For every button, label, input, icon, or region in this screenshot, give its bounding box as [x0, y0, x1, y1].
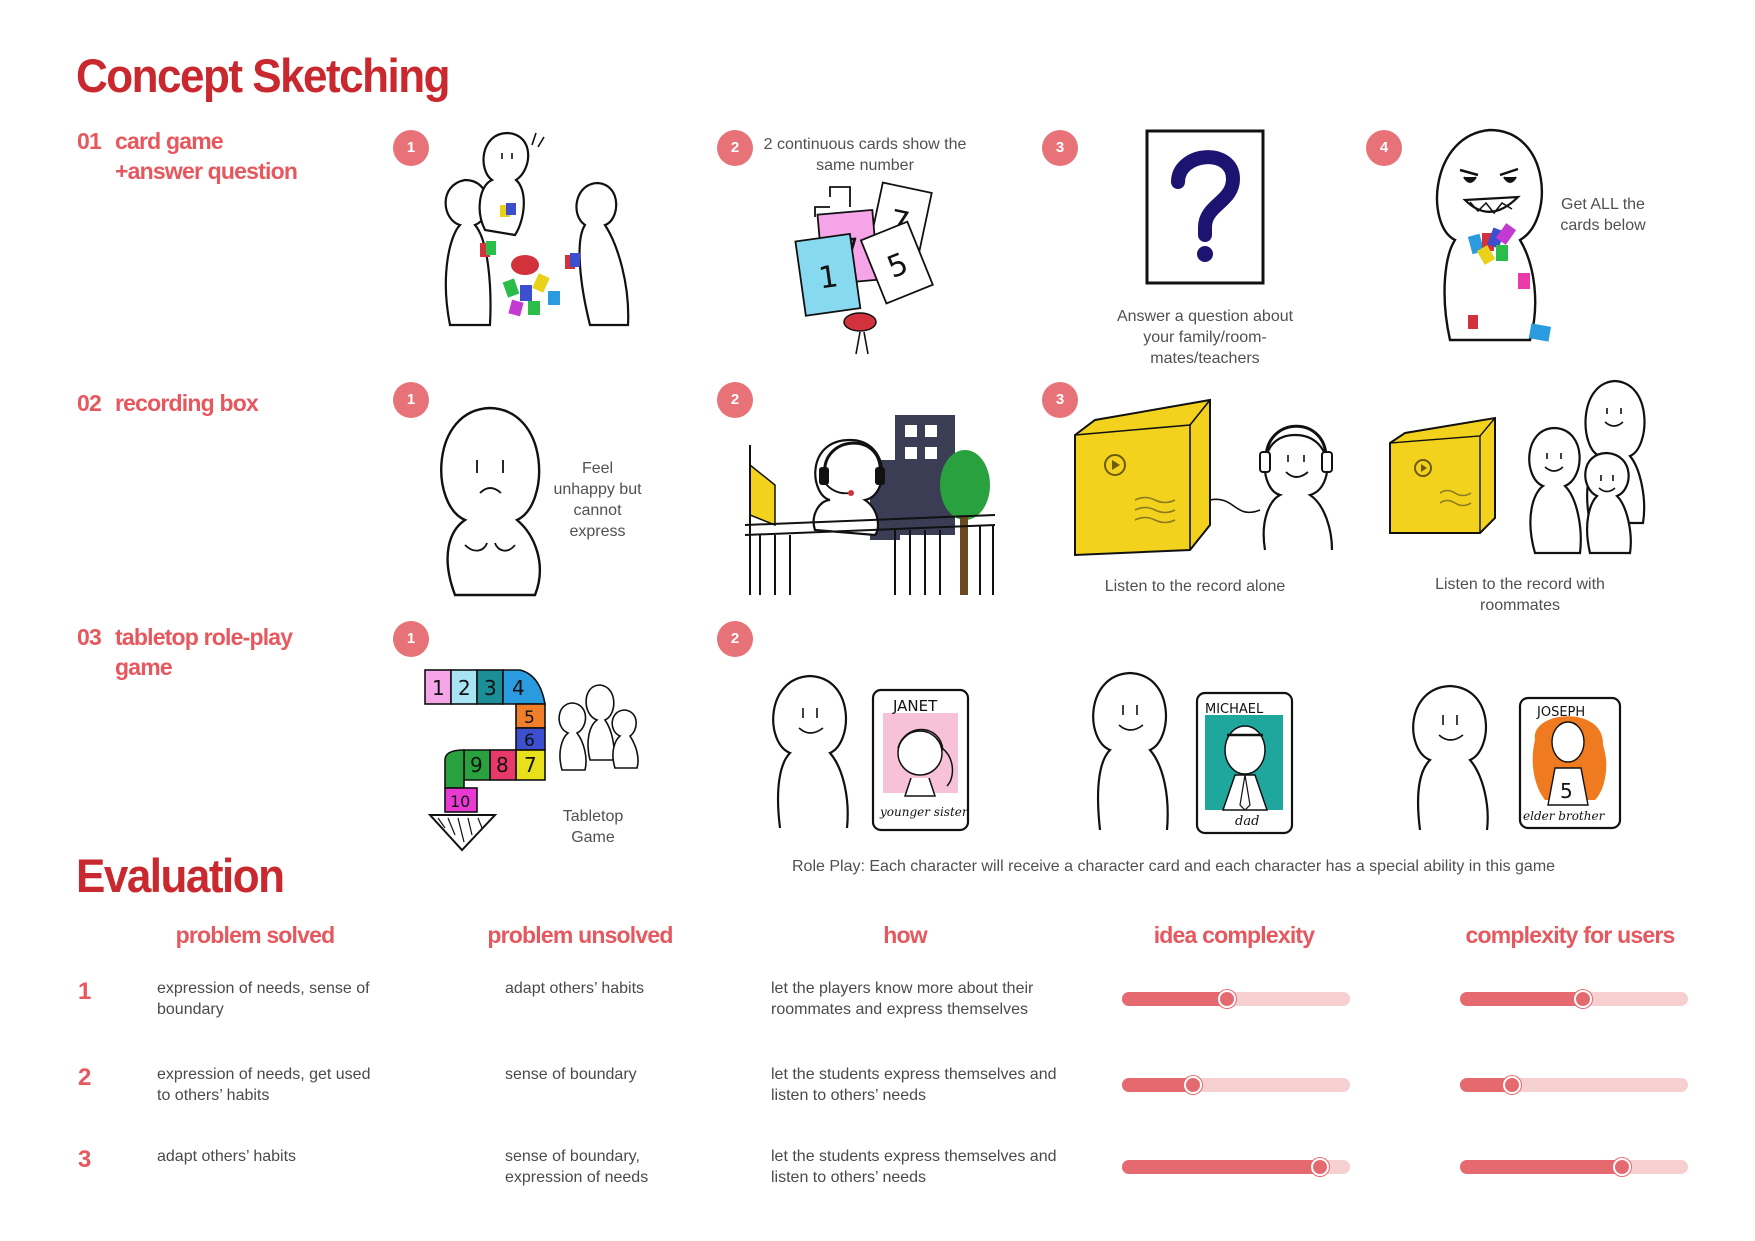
section-label-roleplay: 03 tabletop role-play game: [77, 622, 293, 682]
board-number: 5: [524, 708, 535, 728]
caption-get-all-cards: Get ALL the cards below: [1560, 196, 1646, 234]
section-number: 02: [77, 390, 102, 416]
caption-continuous-cards: 2 continuous cards show the same number: [763, 136, 967, 174]
problem-solved-cell: adapt others’ habits: [157, 1148, 297, 1165]
board-number: 4: [512, 676, 525, 700]
jersey-number: 5: [1560, 779, 1573, 803]
header-complexity-for-users: complexity for users: [1465, 922, 1676, 948]
continuous-cards-sketch: 7 7 5 1: [794, 181, 934, 355]
section-title-line2: game: [115, 654, 173, 680]
user-complexity-slider: [1460, 1076, 1688, 1094]
section-label-card-game: 01 card game +answer question: [77, 126, 298, 186]
step-badge: 1: [393, 621, 429, 657]
caption-feel-unhappy: Feel unhappy but cannot express: [553, 460, 642, 540]
board-number: 2: [458, 676, 471, 700]
recording-box-alone-sketch: [1074, 398, 1334, 557]
step-badge: 2: [717, 621, 753, 657]
problem-unsolved-cell: sense of boundary, expression of needs: [505, 1148, 649, 1186]
caption-listen-alone: Listen to the record alone: [1104, 578, 1286, 595]
section-title-line2: +answer question: [115, 158, 298, 184]
character-card-role: elder brother: [1523, 809, 1606, 823]
section-title: tabletop role-play: [115, 624, 293, 650]
section-number: 03: [77, 624, 102, 650]
evaluation-row-number: 2: [78, 1064, 92, 1091]
section-label-recording-box: 02 recording box: [77, 388, 259, 418]
step-badge: 4: [1366, 130, 1402, 166]
section-title: recording box: [115, 390, 259, 416]
idea-complexity-slider: [1122, 1076, 1350, 1094]
recording-at-balcony-sketch: [744, 415, 996, 595]
character-card-name: JOSEPH: [1536, 705, 1585, 720]
recording-box-roommates-sketch: [1389, 379, 1646, 555]
slider-knob: [1217, 990, 1236, 1008]
how-cell: let the students express themselves and …: [771, 1066, 1057, 1104]
character-card-role: younger sister: [879, 805, 969, 819]
page-title: Concept Sketching: [76, 50, 451, 103]
caption-role-play: Role Play: Each character will receive a…: [792, 858, 1556, 875]
card-game-players-sketch: [444, 131, 630, 327]
slider-knob: [1612, 1158, 1631, 1176]
janet-character-sketch: JANET younger sister: [772, 674, 970, 832]
user-complexity-slider: [1460, 990, 1688, 1008]
board-number: 9: [470, 753, 483, 777]
board-number: 7: [524, 753, 537, 777]
slider-knob: [1574, 990, 1593, 1008]
character-card-name: MICHAEL: [1205, 702, 1264, 717]
header-how: how: [883, 922, 927, 948]
step-badge: 1: [393, 382, 429, 418]
winner-player-sketch: [1435, 128, 1552, 342]
header-idea-complexity: idea complexity: [1153, 922, 1315, 948]
problem-unsolved-cell: adapt others’ habits: [505, 980, 645, 997]
board-number: 8: [496, 753, 509, 777]
joseph-character-sketch: 5 JOSEPH elder brother: [1412, 684, 1622, 831]
evaluation-row-number: 3: [78, 1146, 92, 1173]
problem-solved-cell: expression of needs, sense of boundary: [157, 980, 370, 1018]
board-number: 1: [432, 676, 445, 700]
slider-knob: [1183, 1076, 1202, 1094]
board-number: 10: [450, 792, 470, 811]
board-number: 6: [524, 731, 535, 751]
idea-complexity-slider: [1122, 990, 1350, 1008]
section-title: card game: [115, 128, 224, 154]
caption-answer-question: Answer a question about your family/room…: [1116, 308, 1294, 367]
step-badge: 3: [1042, 130, 1078, 166]
michael-character-sketch: MICHAEL dad: [1092, 671, 1294, 835]
problem-unsolved-cell: sense of boundary: [505, 1066, 637, 1083]
header-problem-unsolved: problem unsolved: [487, 922, 673, 948]
caption-tabletop-game: Tabletop Game: [562, 808, 624, 846]
step-badge: 2: [717, 130, 753, 166]
character-card-role: dad: [1235, 814, 1259, 829]
section-number: 01: [77, 128, 102, 154]
sad-person-sketch: [440, 406, 542, 597]
evaluation-row-number: 1: [78, 978, 92, 1005]
how-cell: let the players know more about their ro…: [771, 980, 1034, 1018]
board-number: 3: [484, 676, 497, 700]
character-card-name: JANET: [892, 697, 938, 715]
how-cell: let the students express themselves and …: [771, 1148, 1057, 1186]
problem-solved-cell: expression of needs, get used to others’…: [157, 1066, 371, 1104]
evaluation-title: Evaluation: [76, 850, 285, 903]
idea-complexity-slider: [1122, 1158, 1350, 1176]
caption-listen-roommates: Listen to the record with roommates: [1435, 576, 1605, 614]
user-complexity-slider: [1460, 1158, 1688, 1176]
header-problem-solved: problem solved: [175, 922, 336, 948]
question-card-sketch: [1145, 129, 1265, 285]
